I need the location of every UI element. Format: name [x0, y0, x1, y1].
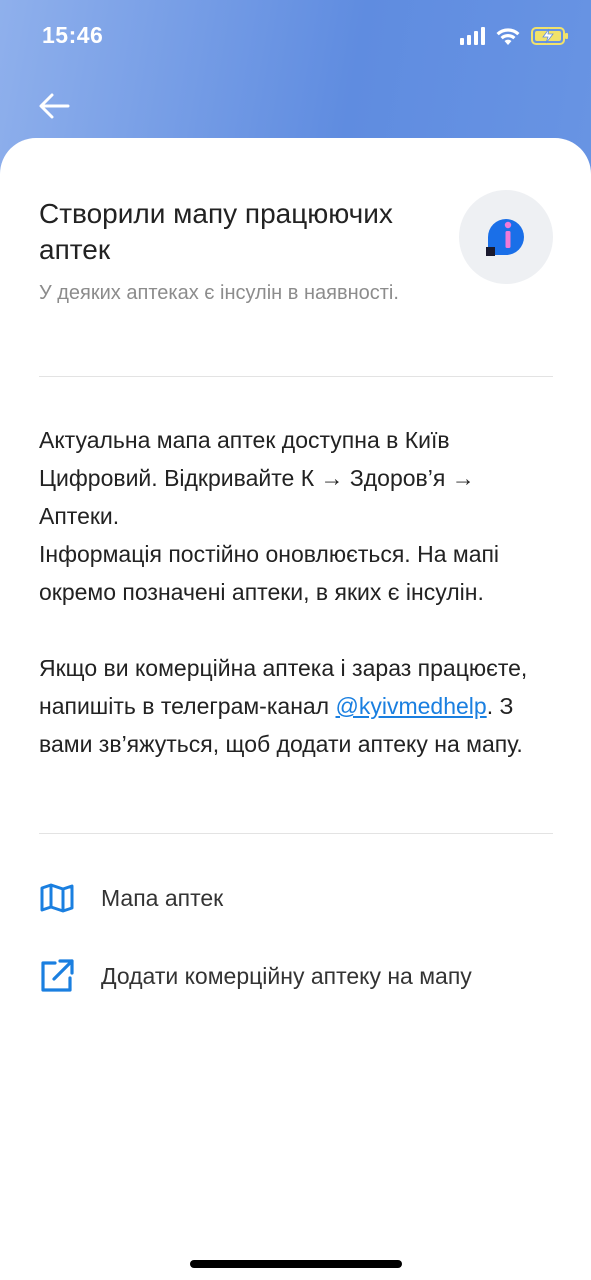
article-body: Актуальна мапа аптек доступна в Київ Циф… [39, 421, 559, 763]
signal-icon [460, 27, 485, 45]
body-paragraph: Актуальна мапа аптек доступна в Київ Циф… [39, 427, 475, 529]
content-sheet: Створили мапу працюючих аптек У деяких а… [0, 138, 591, 1280]
status-time: 15:46 [42, 22, 104, 48]
action-label: Мапа аптек [101, 884, 224, 911]
body-paragraph: Якщо ви комерційна аптека і зараз працює… [39, 649, 559, 763]
map-icon [38, 879, 76, 917]
arrow-left-icon [39, 93, 70, 119]
home-indicator[interactable] [190, 1260, 402, 1268]
wifi-icon [496, 28, 520, 45]
pharmacy-map-button[interactable]: Мапа аптек [38, 876, 558, 920]
body-paragraph: Інформація постійно оновлюється. На мапі… [39, 541, 500, 605]
external-link-icon [38, 957, 76, 995]
info-logo-icon [486, 219, 524, 256]
add-pharmacy-button[interactable]: Додати комерційну аптеку на мапу [38, 954, 558, 998]
back-button[interactable] [34, 86, 74, 126]
page-subtitle: У деяких аптеках є інсулін в наявності. [39, 282, 399, 304]
app-logo [459, 190, 553, 284]
action-label: Додати комерційну аптеку на мапу [101, 962, 472, 989]
telegram-channel-link[interactable]: @kyivmedhelp [336, 693, 487, 719]
divider [39, 376, 553, 377]
divider [39, 833, 553, 834]
status-bar: 15:46 [0, 0, 591, 72]
page-title: Створили мапу працюючих аптек [39, 198, 393, 265]
battery-charging-icon [531, 27, 568, 45]
status-icons [460, 24, 569, 48]
